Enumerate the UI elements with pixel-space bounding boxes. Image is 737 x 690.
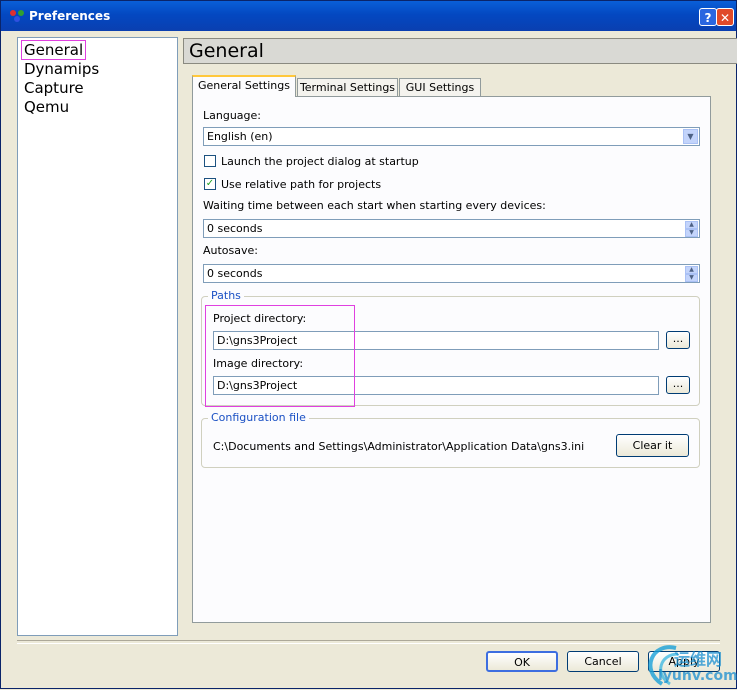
title-bar: Preferences ? ✕ [1, 1, 736, 31]
configuration-file-path: C:\Documents and Settings\Administrator\… [213, 440, 585, 453]
autosave-value: 0 seconds [207, 267, 263, 280]
tab-gui-settings[interactable]: GUI Settings [399, 78, 481, 97]
launch-dialog-label: Launch the project dialog at startup [221, 155, 419, 168]
help-button[interactable]: ? [699, 8, 717, 26]
browse-image-button[interactable]: ... [666, 376, 690, 394]
browse-project-button[interactable]: ... [666, 331, 690, 349]
window-title: Preferences [29, 9, 111, 23]
chevron-down-icon[interactable]: ▼ [683, 129, 698, 144]
general-settings-panel: Language: English (en) ▼ Launch the proj… [192, 96, 711, 623]
cancel-button[interactable]: Cancel [567, 651, 639, 672]
spin-up-icon[interactable]: ▲ [685, 266, 698, 274]
watermark-logo: 运维网 iyunv.com [640, 640, 737, 687]
waiting-time-spinbox[interactable]: 0 seconds ▲ ▼ [203, 219, 700, 238]
language-value: English (en) [207, 130, 273, 143]
close-button[interactable]: ✕ [716, 8, 734, 26]
configuration-file-title: Configuration file [208, 411, 309, 424]
nav-item-general[interactable]: General [20, 40, 87, 60]
relative-path-label: Use relative path for projects [221, 178, 382, 191]
highlight-box [205, 305, 355, 407]
nav-item-qemu[interactable]: Qemu [22, 98, 71, 116]
autosave-spinbox[interactable]: 0 seconds ▲ ▼ [203, 264, 700, 283]
paths-group-title: Paths [208, 289, 244, 302]
nav-item-capture[interactable]: Capture [22, 79, 86, 97]
footer-separator [17, 640, 720, 644]
spin-down-icon[interactable]: ▼ [685, 274, 698, 282]
nav-item-dynamips[interactable]: Dynamips [22, 60, 101, 78]
watermark-url: iyunv.com [658, 668, 737, 684]
autosave-label: Autosave: [203, 244, 258, 257]
spin-up-icon[interactable]: ▲ [685, 221, 698, 229]
section-title: General [189, 40, 264, 62]
clear-config-button[interactable]: Clear it [616, 434, 689, 457]
tab-general-settings[interactable]: General Settings [192, 75, 296, 97]
language-select[interactable]: English (en) ▼ [203, 127, 700, 146]
spin-down-icon[interactable]: ▼ [685, 229, 698, 237]
relative-path-checkbox[interactable]: ✓ [204, 178, 216, 190]
waiting-time-value: 0 seconds [207, 222, 263, 235]
language-label: Language: [203, 109, 261, 122]
launch-dialog-checkbox[interactable] [204, 155, 216, 167]
watermark-text: 运维网 [674, 650, 723, 669]
preferences-nav-list: General Dynamips Capture Qemu [17, 37, 178, 636]
ok-button[interactable]: OK [486, 651, 558, 672]
tab-terminal-settings[interactable]: Terminal Settings [297, 78, 398, 97]
gns3-app-icon [10, 10, 24, 22]
waiting-time-label: Waiting time between each start when sta… [203, 199, 546, 212]
section-header: General [183, 38, 737, 64]
